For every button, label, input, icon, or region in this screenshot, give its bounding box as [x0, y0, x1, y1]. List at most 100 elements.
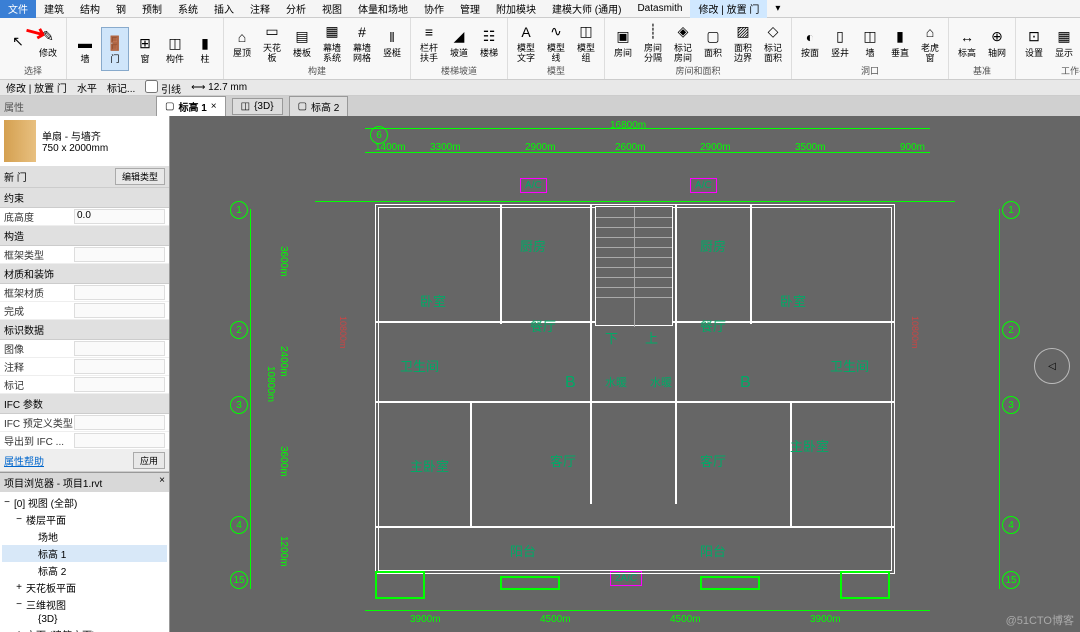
ribbon-button[interactable]: ◈标记房间 [669, 20, 697, 64]
ribbon-button[interactable]: 🚪门 [101, 27, 129, 71]
ribbon-button[interactable]: ⌂屋顶 [228, 20, 256, 64]
left-panel: 单扇 - 与墙齐 750 x 2000mm 新 门 编辑类型 约束底高度0.0构… [0, 116, 170, 632]
tree-node[interactable]: +立面 (建筑立面) [2, 626, 167, 632]
menu-item[interactable]: 插入 [206, 0, 242, 18]
ribbon-button[interactable]: #幕墙网格 [348, 20, 376, 64]
property-row[interactable]: 完成 [0, 302, 169, 320]
ribbon-button[interactable]: ▬墙 [71, 27, 99, 71]
ribbon-button[interactable]: ∿模型线 [542, 20, 570, 64]
ribbon-button[interactable]: ▢面积 [699, 20, 727, 64]
ribbon-button[interactable]: ▤楼板 [288, 20, 316, 64]
ribbon-button[interactable]: ◢坡道 [445, 20, 473, 64]
menu-file[interactable]: 文件 [0, 0, 36, 18]
expand-icon[interactable]: − [2, 497, 12, 508]
menu-item[interactable]: 附加模块 [488, 0, 544, 18]
property-row[interactable]: 底高度0.0 [0, 208, 169, 226]
menu-item[interactable]: 建筑 [36, 0, 72, 18]
ribbon-button[interactable]: ◫构件 [161, 27, 189, 71]
ribbon-button[interactable]: ▦显示 [1050, 20, 1078, 64]
ribbon-icon: ▬ [75, 33, 95, 53]
menu-item[interactable]: 钢 [108, 0, 134, 18]
properties-help-link[interactable]: 属性帮助 [4, 453, 44, 468]
type-selector[interactable]: 单扇 - 与墙齐 750 x 2000mm [0, 116, 169, 166]
property-row[interactable]: 注释 [0, 358, 169, 376]
ribbon-button[interactable]: ↔标高 [953, 20, 981, 64]
ribbon-button[interactable]: ⊞窗 [131, 27, 159, 71]
ribbon-button[interactable]: ▮垂直 [886, 20, 914, 64]
new-door-row: 新 门 编辑类型 [0, 166, 169, 188]
expand-icon[interactable]: − [14, 599, 24, 610]
view-tab[interactable]: ◫{3D} [232, 98, 283, 115]
ribbon-button[interactable]: ▨面积边界 [729, 20, 757, 64]
expand-icon[interactable]: − [14, 514, 24, 525]
menu-item[interactable]: Datasmith [629, 1, 690, 16]
tree-node[interactable]: −楼层平面 [2, 511, 167, 528]
menu-item[interactable]: 系统 [170, 0, 206, 18]
expand-icon[interactable]: + [14, 582, 24, 593]
view-tab[interactable]: ▢标高 1× [156, 96, 226, 117]
menu-item[interactable]: 体量和场地 [350, 0, 416, 18]
property-group-header[interactable]: IFC 参数 [0, 394, 169, 414]
ribbon-button[interactable]: ◐按面 [796, 20, 824, 64]
grid-bubble: 3 [230, 396, 248, 414]
leader-length[interactable]: ⟷ 12.7 mm [191, 82, 247, 93]
apply-button[interactable]: 应用 [133, 452, 165, 469]
tree-node[interactable]: +天花板平面 [2, 579, 167, 596]
menu-item[interactable]: 预制 [134, 0, 170, 18]
ribbon-button[interactable]: ⌂老虎窗 [916, 20, 944, 64]
menu-item[interactable]: 管理 [452, 0, 488, 18]
leader-checkbox[interactable] [145, 80, 158, 93]
property-group-header[interactable]: 材质和装饰 [0, 264, 169, 284]
ribbon-button[interactable]: ☷楼梯 [475, 20, 503, 64]
tree-node[interactable]: 标高 2 [2, 562, 167, 579]
grid-bubble: 2 [1002, 321, 1020, 339]
ribbon-icon: ◫ [860, 27, 880, 47]
menu-item[interactable]: 注释 [242, 0, 278, 18]
tree-node[interactable]: −三维视图 [2, 596, 167, 613]
menu-item[interactable]: 协作 [416, 0, 452, 18]
edit-type-button[interactable]: 编辑类型 [115, 168, 165, 185]
menu-item[interactable]: 分析 [278, 0, 314, 18]
property-group-header[interactable]: 约束 [0, 188, 169, 208]
ribbon-button[interactable]: ◇标记面积 [759, 20, 787, 64]
tag-label[interactable]: 标记... [107, 80, 135, 95]
property-row[interactable]: 导出到 IFC ... [0, 432, 169, 450]
drawing-canvas[interactable]: 16800m 1400m 3300m 2900m 2600m 2900m 350… [170, 116, 1080, 632]
project-browser-tree[interactable]: −[0] 视图 (全部)−楼层平面场地标高 1标高 2+天花板平面−三维视图{3… [0, 492, 169, 632]
menu-item[interactable]: 视图 [314, 0, 350, 18]
property-group-header[interactable]: 构造 [0, 226, 169, 246]
tree-node[interactable]: {3D} [2, 613, 167, 626]
property-row[interactable]: 图像 [0, 340, 169, 358]
ribbon-button[interactable]: ▣房间 [609, 20, 637, 64]
property-group-header[interactable]: 标识数据 [0, 320, 169, 340]
ribbon-button[interactable]: A模型文字 [512, 20, 540, 64]
ribbon-button[interactable]: ◫模型组 [572, 20, 600, 64]
tree-node[interactable]: 场地 [2, 528, 167, 545]
property-row[interactable]: 框架材质 [0, 284, 169, 302]
ribbon-button[interactable]: ≡栏杆扶手 [415, 20, 443, 64]
ribbon-button[interactable]: ┊房间分隔 [639, 20, 667, 64]
ribbon-button[interactable]: ▮柱 [191, 27, 219, 71]
ribbon-button[interactable]: ▯竖井 [826, 20, 854, 64]
menu-item[interactable]: 建模大师 (通用) [544, 0, 629, 18]
ribbon-button[interactable]: ‖竖梃 [378, 20, 406, 64]
tree-node[interactable]: 标高 1 [2, 545, 167, 562]
property-row[interactable]: 框架类型 [0, 246, 169, 264]
close-icon[interactable]: × [159, 475, 165, 490]
ribbon-button[interactable]: ⊕轴网 [983, 20, 1011, 64]
view-tab[interactable]: ▢标高 2 [289, 96, 349, 117]
orientation[interactable]: 水平 [77, 80, 97, 95]
property-row[interactable]: 标记 [0, 376, 169, 394]
menu-item[interactable]: 修改 | 放置 门 [690, 0, 767, 18]
close-icon[interactable]: × [211, 101, 217, 112]
ribbon-button[interactable]: ▭天花板 [258, 20, 286, 64]
menu-item[interactable]: 结构 [72, 0, 108, 18]
property-row[interactable]: IFC 预定义类型 [0, 414, 169, 432]
view-cube[interactable]: ◁ [1034, 348, 1070, 384]
tree-node[interactable]: −[0] 视图 (全部) [2, 494, 167, 511]
ribbon-button[interactable]: ▦幕墙系统 [318, 20, 346, 64]
menu-overflow-icon[interactable]: ▾ [767, 1, 788, 16]
grid-bubble: 2 [230, 321, 248, 339]
ribbon-button[interactable]: ◫墙 [856, 20, 884, 64]
ribbon-button[interactable]: ⊡设置 [1020, 20, 1048, 64]
